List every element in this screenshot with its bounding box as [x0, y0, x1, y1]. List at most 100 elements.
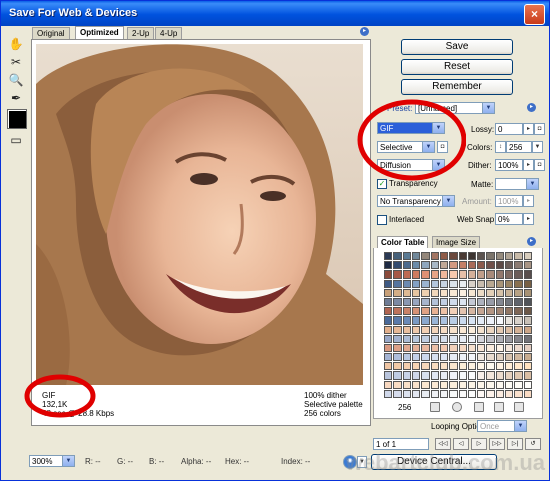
color-swatch[interactable] — [439, 316, 449, 325]
color-swatch[interactable] — [449, 334, 458, 343]
color-swatch[interactable] — [393, 343, 402, 353]
color-swatch[interactable] — [467, 353, 477, 362]
color-swatch[interactable] — [458, 297, 467, 307]
color-swatch[interactable] — [449, 261, 458, 270]
color-swatch[interactable] — [505, 389, 514, 398]
color-swatch[interactable] — [458, 389, 467, 398]
color-swatch[interactable] — [477, 288, 486, 297]
color-swatch[interactable] — [449, 307, 458, 316]
color-swatch[interactable] — [458, 371, 467, 380]
color-swatch[interactable] — [384, 389, 393, 398]
color-swatch[interactable] — [430, 297, 439, 307]
color-swatch[interactable] — [449, 389, 458, 398]
color-swatch[interactable] — [421, 325, 430, 334]
color-swatch[interactable] — [458, 252, 467, 261]
amount-stepper-icon[interactable]: ▸ — [523, 195, 534, 207]
settings-menu-icon[interactable]: ▸ — [527, 103, 536, 112]
color-swatch[interactable] — [411, 252, 421, 261]
color-swatch[interactable] — [467, 343, 477, 353]
color-swatch[interactable] — [393, 325, 402, 334]
color-swatch[interactable] — [505, 288, 514, 297]
color-swatch[interactable] — [505, 297, 514, 307]
color-swatch[interactable] — [449, 325, 458, 334]
color-swatch[interactable] — [411, 380, 421, 389]
color-swatch[interactable] — [486, 325, 495, 334]
color-swatch[interactable] — [402, 307, 411, 316]
color-swatch[interactable] — [486, 353, 495, 362]
color-swatch[interactable] — [495, 353, 505, 362]
color-swatch[interactable] — [402, 316, 411, 325]
color-swatch[interactable] — [514, 297, 523, 307]
color-swatch[interactable] — [430, 353, 439, 362]
reset-button[interactable]: Reset — [401, 59, 513, 75]
color-swatch[interactable] — [495, 325, 505, 334]
color-swatch[interactable] — [384, 334, 393, 343]
color-swatch[interactable] — [430, 389, 439, 398]
color-swatch[interactable] — [402, 288, 411, 297]
color-swatch[interactable] — [449, 316, 458, 325]
color-swatch[interactable] — [514, 279, 523, 288]
color-swatch[interactable] — [495, 261, 505, 270]
color-swatch[interactable] — [458, 270, 467, 279]
colors-dropdown-icon[interactable]: ▼ — [532, 141, 543, 153]
looping-select[interactable]: Once ▼ — [477, 420, 527, 432]
color-swatch[interactable] — [477, 307, 486, 316]
color-swatch[interactable] — [439, 334, 449, 343]
color-swatch[interactable] — [514, 307, 523, 316]
color-swatch[interactable] — [505, 371, 514, 380]
color-swatch[interactable] — [523, 353, 532, 362]
color-swatch[interactable] — [402, 279, 411, 288]
color-swatch[interactable] — [421, 252, 430, 261]
color-swatch[interactable] — [393, 270, 402, 279]
optimized-image-preview[interactable] — [36, 44, 363, 385]
color-swatch[interactable] — [421, 371, 430, 380]
color-swatch[interactable] — [467, 325, 477, 334]
color-swatch[interactable] — [402, 389, 411, 398]
previous-frame-icon[interactable]: ◁ — [453, 438, 469, 450]
color-swatch[interactable] — [449, 270, 458, 279]
loop-icon[interactable]: ↺ — [525, 438, 541, 450]
color-swatch[interactable] — [439, 325, 449, 334]
color-swatch[interactable] — [430, 325, 439, 334]
color-swatch[interactable] — [505, 325, 514, 334]
title-bar[interactable]: Save For Web & Devices × — [1, 1, 549, 26]
color-swatch[interactable] — [514, 343, 523, 353]
zoom-select[interactable]: 300% ▼ — [29, 455, 75, 467]
slice-select-tool-icon[interactable]: ✂ — [8, 54, 24, 70]
color-swatch[interactable] — [411, 334, 421, 343]
color-swatch[interactable] — [458, 316, 467, 325]
color-swatch[interactable] — [514, 270, 523, 279]
color-swatch[interactable] — [505, 334, 514, 343]
color-swatch[interactable] — [393, 380, 402, 389]
transparency-dither-select[interactable]: No Transparency ... ▼ — [377, 195, 455, 207]
transparency-checkbox[interactable]: ✓ — [377, 179, 387, 189]
color-swatch[interactable] — [495, 334, 505, 343]
color-swatch[interactable] — [505, 343, 514, 353]
color-swatch[interactable] — [421, 389, 430, 398]
color-swatch[interactable] — [467, 261, 477, 270]
color-swatch[interactable] — [477, 325, 486, 334]
color-swatch[interactable] — [505, 307, 514, 316]
color-swatch[interactable] — [411, 353, 421, 362]
zoom-tool-icon[interactable]: 🔍 — [8, 72, 24, 88]
color-swatch[interactable] — [477, 380, 486, 389]
dither-mask-icon[interactable]: ◘ — [534, 159, 545, 171]
color-swatch[interactable] — [384, 325, 393, 334]
color-swatch[interactable] — [486, 362, 495, 371]
close-button[interactable]: × — [524, 4, 545, 25]
color-swatch[interactable] — [393, 316, 402, 325]
color-swatch[interactable] — [384, 270, 393, 279]
color-swatch[interactable] — [523, 371, 532, 380]
color-swatch[interactable] — [430, 279, 439, 288]
lossy-input[interactable]: 0 — [495, 123, 523, 135]
color-swatch[interactable] — [449, 353, 458, 362]
color-swatch[interactable] — [467, 316, 477, 325]
color-swatch[interactable] — [505, 261, 514, 270]
color-swatch[interactable] — [486, 343, 495, 353]
color-swatch[interactable] — [477, 261, 486, 270]
color-swatch[interactable] — [458, 325, 467, 334]
color-swatch[interactable] — [486, 316, 495, 325]
interlaced-checkbox[interactable] — [377, 215, 387, 225]
color-swatch[interactable] — [439, 297, 449, 307]
dither-stepper-icon[interactable]: ▸ — [523, 159, 534, 171]
